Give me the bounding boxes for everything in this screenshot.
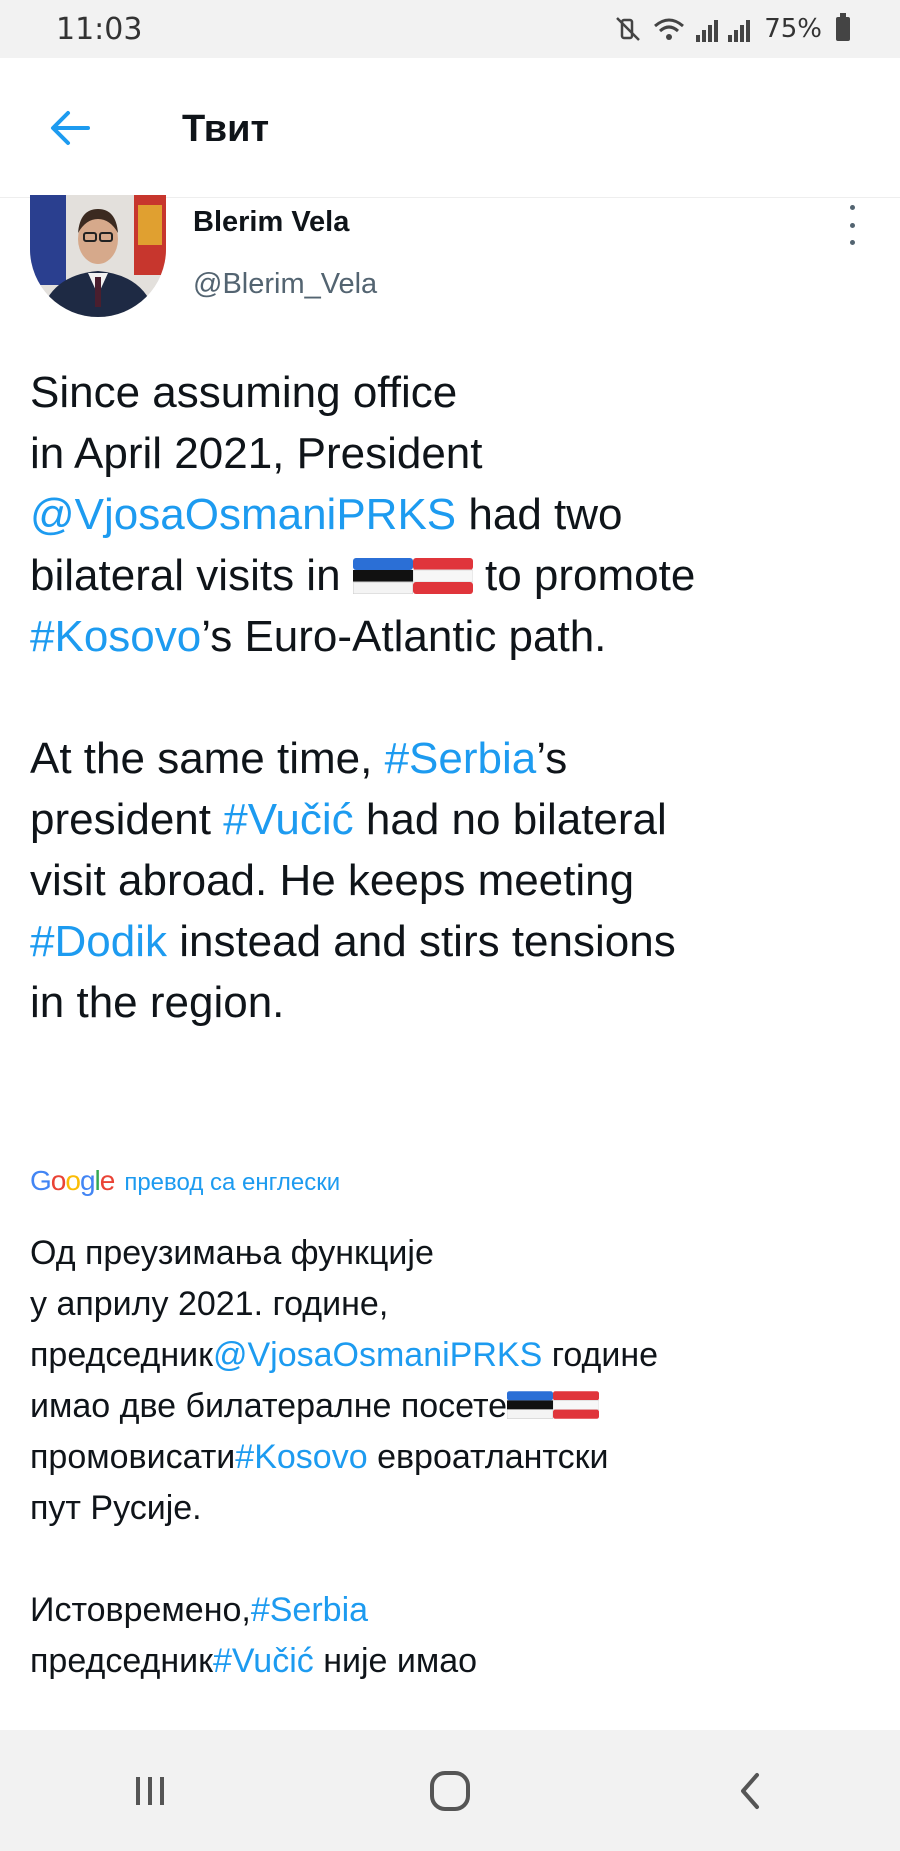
austria-flag-icon (412, 558, 473, 594)
tweet-line: #Dodik instead and stirs tensions (30, 911, 880, 972)
back-nav-button[interactable] (710, 1751, 790, 1831)
chevron-left-icon (741, 1772, 759, 1809)
estonia-flag-icon (507, 1391, 554, 1419)
tweet-text-segment: to promote (472, 551, 696, 600)
tweet-text-segment: in April 2021, President (30, 429, 483, 478)
page-title: Твит (182, 108, 270, 150)
tweet-text-segment: visit abroad. He keeps meeting (30, 856, 635, 905)
recents-button[interactable] (110, 1751, 190, 1831)
translation-segment: у априлу 2021. године, (30, 1285, 389, 1323)
estonia-flag-icon (352, 558, 413, 594)
more-dot (849, 205, 855, 210)
translation-attribution[interactable]: Google превод са енглески (30, 1165, 340, 1197)
home-icon (430, 1770, 470, 1811)
tweet-text-segment: ’s (536, 734, 568, 783)
tweet-line: Since assuming office (30, 362, 880, 423)
translation-line-blank (30, 1534, 880, 1585)
translation-segment: није имао (313, 1642, 478, 1680)
tweet-text-segment: in the region. (30, 978, 285, 1027)
tweet-text-segment: had no bilateral (353, 795, 667, 844)
translated-text: Од преузимања функције у априлу 2021. го… (30, 1228, 880, 1687)
tweet-line: in April 2021, President (30, 423, 880, 484)
tweet-line: bilateral visits in to promote (30, 545, 880, 606)
tweet-line: #Kosovo’s Euro-Atlantic path. (30, 606, 880, 667)
avatar-photo (30, 195, 166, 317)
tweet-text-segment: instead and stirs tensions (166, 917, 676, 966)
translation-segment: пут Русије. (30, 1489, 202, 1527)
app-header: Твит (0, 58, 900, 198)
tweet-text: Since assuming office in April 2021, Pre… (30, 362, 880, 1033)
translation-line: председник@VjosaOsmaniPRKS године (30, 1330, 880, 1381)
back-button[interactable] (40, 98, 100, 158)
tweet-text-segment: Since assuming office (30, 368, 458, 417)
translation-line: Од преузимања функције (30, 1228, 880, 1279)
translation-line: имао две билатералне посете (30, 1381, 880, 1432)
battery-percent: 75% (764, 14, 822, 44)
back-arrow-icon (51, 111, 90, 145)
translation-segment: евроатлантски (367, 1438, 609, 1476)
translation-segment: имао две билатералне посете (30, 1387, 508, 1425)
translation-line: Истовремено,#Serbia (30, 1585, 880, 1636)
translation-segment: Истовремено, (30, 1591, 251, 1629)
translation-segment: председник (30, 1336, 213, 1374)
more-dot (849, 240, 855, 245)
translation-segment: председник (30, 1642, 213, 1680)
tweet-text-segment: had two (456, 490, 623, 539)
home-button[interactable] (410, 1751, 490, 1831)
status-indicators: 75% (614, 13, 850, 44)
author-name[interactable]: Blerim Vela (193, 206, 349, 239)
mention-link[interactable]: @VjosaOsmaniPRKS (213, 1336, 542, 1374)
signal-icon (696, 18, 719, 42)
system-nav-bar (0, 1730, 900, 1851)
more-dot (849, 222, 855, 228)
tweet-text-segment: president (30, 795, 224, 844)
hashtag-link[interactable]: #Kosovo (235, 1438, 367, 1476)
battery-icon (836, 13, 850, 41)
translation-line: председник#Vučić није имао (30, 1636, 880, 1687)
tweet-text-segment: ’s Euro-Atlantic path. (201, 612, 607, 661)
hashtag-link[interactable]: #Vučić (213, 1642, 314, 1680)
tweet-text-segment: bilateral visits in (30, 551, 353, 600)
avatar[interactable] (30, 195, 166, 317)
tweet-line: president #Vučić had no bilateral (30, 789, 880, 850)
translation-segment: промовисати (30, 1438, 236, 1476)
recents-icon (136, 1776, 164, 1805)
translation-line: промовисати#Kosovo евроатлантски (30, 1432, 880, 1483)
translation-segment: године (542, 1336, 659, 1374)
translation-line: у априлу 2021. године, (30, 1279, 880, 1330)
signal-icon-2 (728, 18, 751, 42)
tweet-text-segment: At the same time, (30, 734, 385, 783)
hashtag-link[interactable]: #Dodik (30, 917, 167, 966)
tweet-line: At the same time, #Serbia’s (30, 728, 880, 789)
hashtag-link[interactable]: #Kosovo (30, 612, 201, 661)
status-bar: 11:03 75% (0, 0, 900, 58)
austria-flag-icon (553, 1391, 600, 1419)
status-icons (614, 16, 751, 42)
google-logo: Google (30, 1165, 115, 1196)
status-time: 11:03 (56, 11, 143, 47)
translation-line: пут Русије. (30, 1483, 880, 1534)
translation-segment: Од преузимања функције (30, 1234, 434, 1272)
hashtag-link[interactable]: #Serbia (251, 1591, 368, 1629)
mute-vibrate-icon (616, 17, 641, 41)
wifi-icon (654, 18, 685, 40)
tweet-line: @VjosaOsmaniPRKS had two (30, 484, 880, 545)
more-options-button[interactable] (842, 205, 862, 245)
hashtag-link[interactable]: #Serbia (385, 734, 537, 783)
tweet-line: in the region. (30, 972, 880, 1033)
translated-from-label: превод са енглески (124, 1169, 341, 1196)
hashtag-link[interactable]: #Vučić (223, 795, 353, 844)
mention-link[interactable]: @VjosaOsmaniPRKS (30, 490, 456, 539)
author-handle[interactable]: @Blerim_Vela (193, 268, 377, 301)
tweet-line: visit abroad. He keeps meeting (30, 850, 880, 911)
